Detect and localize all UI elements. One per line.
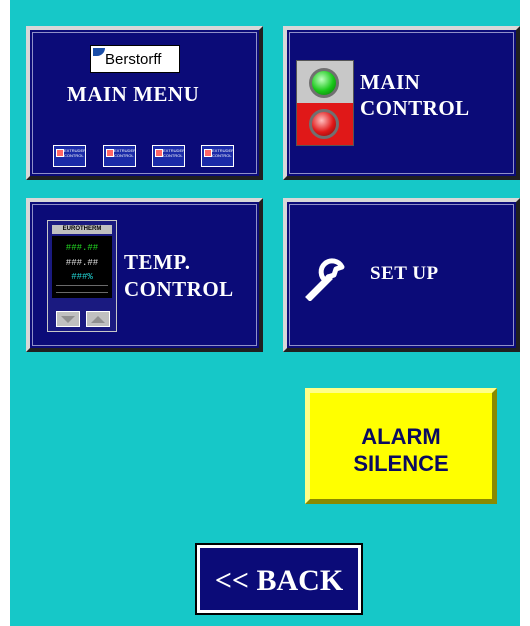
main-menu-label: MAIN MENU [67,82,200,106]
temp-control-label-2: CONTROL [124,277,234,301]
main-control-label-1: MAIN [360,70,421,94]
back-label: << BACK [214,564,344,597]
wrench-icon [305,258,345,301]
back-button[interactable]: << BACK [195,543,363,615]
sp-readout: ###.## [65,258,99,268]
set-up-label: SET UP [370,263,439,284]
pilot-lights-icon [296,60,354,146]
alarm-label-2: SILENCE [353,451,449,476]
down-arrow-icon [56,311,80,327]
extruder-control-mini-icon: EXTRUDER CONTROL [152,145,185,167]
extruder-control-mini-icon: EXTRUDER CONTROL [53,145,86,167]
alarm-label-1: ALARM [361,424,441,449]
pv-readout: ###.## [65,243,99,253]
main-control-label-2: CONTROL [360,96,470,120]
alarm-silence-button[interactable]: ALARM SILENCE [305,388,497,504]
extruder-control-mini-icon: EXTRUDER CONTROL [103,145,136,167]
up-arrow-icon [86,311,110,327]
logo-text: Berstorff [105,51,162,68]
berstorff-logo: Berstorff [90,45,180,73]
extruder-control-mini-icon: EXTRUDER CONTROL [201,145,234,167]
controller-display: ###.## ###.## ###% [52,236,112,298]
berstorff-mark-icon [93,48,105,56]
controller-brand: EUROTHERM [52,225,112,234]
output-readout: ###% [71,272,93,282]
green-lamp-icon [309,68,339,98]
temp-control-label-1: TEMP. [124,250,191,274]
red-lamp-icon [309,109,339,139]
eurotherm-controller-icon: EUROTHERM ###.## ###.## ###% [47,220,117,332]
